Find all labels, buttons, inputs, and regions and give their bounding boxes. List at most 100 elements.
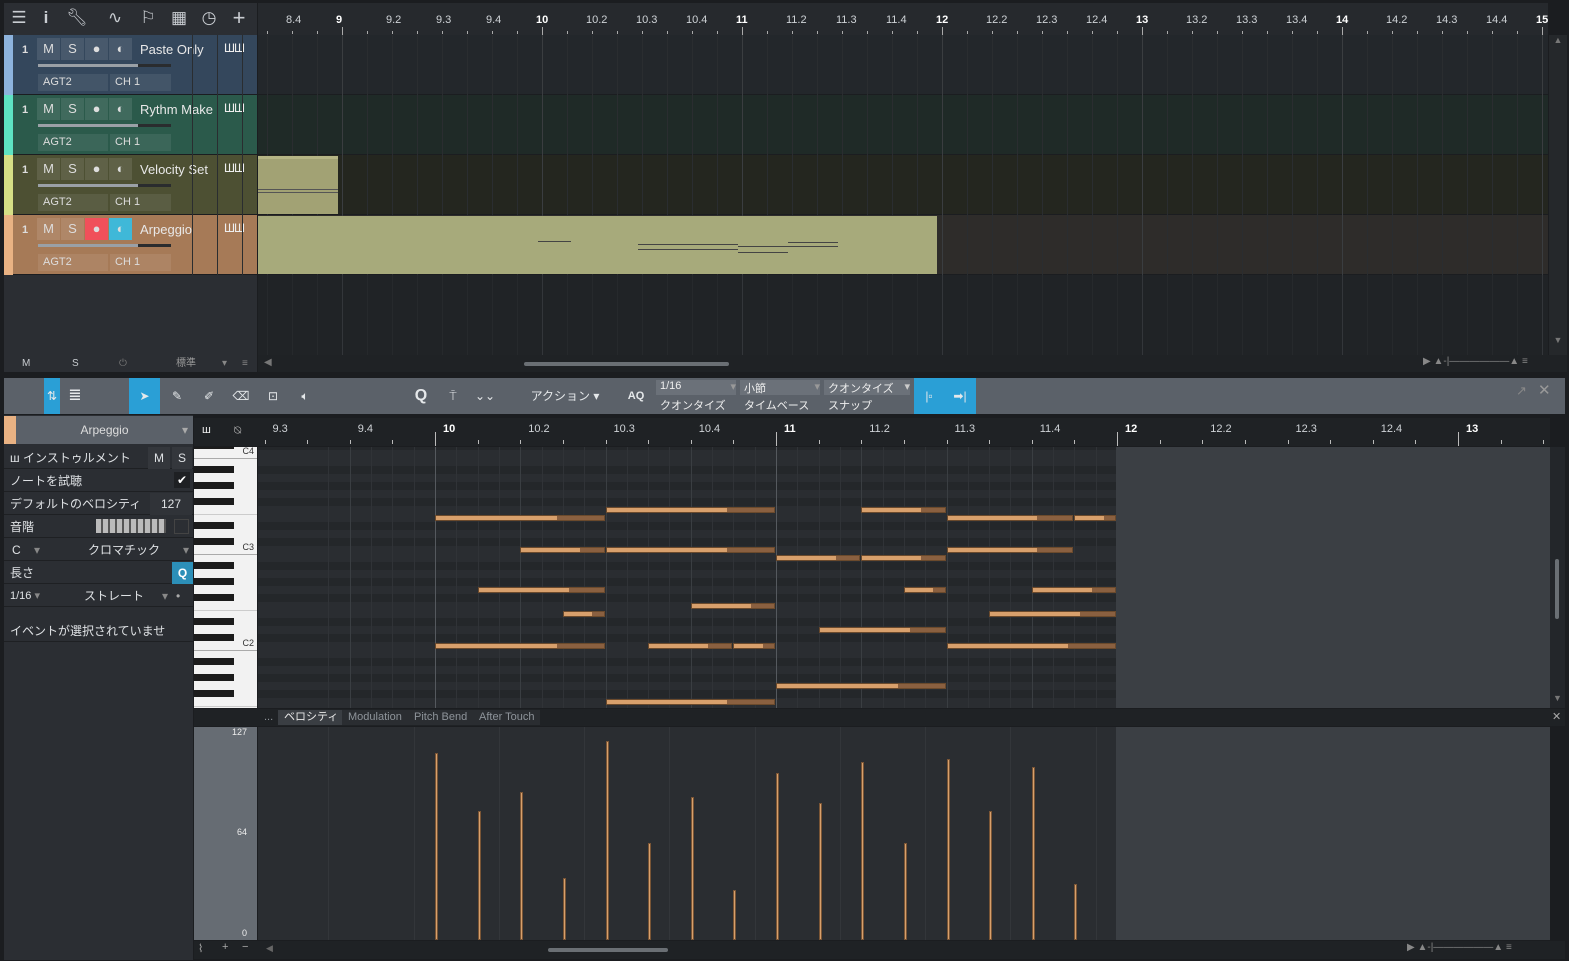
expand-inspector-button[interactable]: ⇅: [44, 378, 60, 414]
note-grid[interactable]: [258, 447, 1550, 708]
black-key[interactable]: [194, 618, 234, 625]
paint-tool-button[interactable]: ✐: [196, 378, 222, 414]
midi-note[interactable]: [861, 507, 946, 513]
pencil-tool-button[interactable]: ✎: [164, 378, 190, 414]
editor-hscroll-thumb[interactable]: [548, 948, 668, 952]
power-icon[interactable]: ⏻: [119, 355, 127, 372]
vscroll-thumb[interactable]: [1555, 559, 1559, 619]
arrange-hscroll[interactable]: ◀ ▶ ▲-|——————▲ ≡: [258, 355, 1567, 372]
arrow-tool-button[interactable]: ➤: [129, 378, 160, 414]
volume-fader[interactable]: [38, 184, 171, 187]
track-header[interactable]: 1 M S ● ◐ Arpeggio ШШ AGT2 CH 1: [4, 215, 257, 275]
automation-icon[interactable]: ∿: [102, 1, 128, 35]
instrument-select[interactable]: AGT2: [38, 134, 108, 151]
list-icon[interactable]: ≡: [242, 355, 248, 372]
grid-icon[interactable]: ▦: [168, 1, 190, 35]
track-name[interactable]: Paste Only: [140, 42, 204, 57]
wrench-icon[interactable]: 🔧︎: [66, 1, 88, 35]
length-value-select[interactable]: 1/16 ▾: [10, 585, 54, 607]
monitor-button[interactable]: ◐: [109, 158, 132, 180]
instrument-select[interactable]: AGT2: [38, 74, 108, 91]
velocity-bar[interactable]: [648, 842, 652, 940]
add-track-icon[interactable]: +: [228, 1, 250, 35]
velocity-bar[interactable]: [989, 811, 993, 940]
velocity-lane[interactable]: [258, 727, 1550, 940]
midi-note[interactable]: [605, 547, 775, 553]
solo-button[interactable]: S: [61, 38, 84, 60]
channel-select[interactable]: CH 1: [110, 194, 171, 211]
solo-button[interactable]: S: [61, 98, 84, 120]
black-key[interactable]: [194, 594, 234, 601]
midi-note[interactable]: [605, 699, 775, 705]
automation-icon[interactable]: ⌇: [198, 942, 203, 955]
tab-velocity[interactable]: ベロシティ: [278, 710, 345, 725]
track-header[interactable]: 1 M S ● ◐ Paste Only ШШ AGT2 CH 1: [4, 35, 257, 95]
info-icon[interactable]: i: [36, 1, 56, 35]
instrument-select[interactable]: AGT2: [38, 194, 108, 211]
channel-select[interactable]: CH 1: [110, 74, 171, 91]
velocity-bar[interactable]: [733, 890, 737, 940]
editor-vscroll[interactable]: ▼: [1550, 447, 1565, 708]
midi-note[interactable]: [648, 643, 733, 649]
velocity-bar[interactable]: [818, 803, 822, 940]
midi-note[interactable]: [946, 515, 1074, 521]
midi-note[interactable]: [776, 555, 861, 561]
detach-editor-icon[interactable]: ↗: [1516, 383, 1527, 399]
global-mute-button[interactable]: M: [22, 355, 30, 372]
black-key[interactable]: [194, 482, 234, 489]
midi-note[interactable]: [690, 603, 775, 609]
marker-flag-icon[interactable]: ⚐: [137, 1, 159, 35]
action-menu[interactable]: アクション ▾: [520, 378, 610, 414]
drum-view-icon[interactable]: ⍉: [234, 423, 241, 438]
remove-lane-icon[interactable]: −: [242, 941, 248, 953]
velocity-curve-button[interactable]: ⌄⌄: [470, 378, 500, 414]
mute-button[interactable]: M: [37, 218, 60, 240]
volume-fader[interactable]: [38, 244, 171, 247]
monitor-button[interactable]: ◐: [109, 218, 132, 240]
midi-note[interactable]: [477, 587, 605, 593]
scale-keyboard-icon[interactable]: [96, 519, 166, 533]
timebase-select[interactable]: 小節 ▾ タイムベース: [740, 380, 820, 413]
quantize-select[interactable]: 1/16 ▾ クオンタイズ: [656, 380, 736, 413]
editor-zoom-slider[interactable]: ▶ ▲-|——————▲ ≡: [1407, 942, 1512, 953]
scroll-down-icon[interactable]: ▼: [1553, 693, 1562, 703]
velocity-bar[interactable]: [520, 792, 524, 940]
velocity-bar[interactable]: [861, 762, 865, 940]
add-lane-icon[interactable]: +: [222, 941, 228, 953]
eraser-tool-button[interactable]: ⌫: [228, 378, 254, 414]
editor-ruler[interactable]: 9.3 9.4 10 10.2 10.3 10.4 11 11.2 11.3 11.4 12 12.2…: [258, 418, 1550, 446]
velocity-bar[interactable]: [690, 796, 694, 940]
listen-tool-button[interactable]: 🔈︎: [292, 378, 318, 414]
record-arm-button[interactable]: ●: [85, 98, 108, 120]
close-editor-icon[interactable]: ✕: [1538, 381, 1551, 399]
midi-note[interactable]: [1074, 515, 1116, 521]
record-arm-button[interactable]: ●: [85, 218, 108, 240]
midi-note[interactable]: [946, 547, 1074, 553]
black-key[interactable]: [194, 658, 234, 665]
solo-button[interactable]: S: [61, 158, 84, 180]
black-key[interactable]: [194, 578, 234, 585]
velocity-bar[interactable]: [435, 752, 438, 940]
black-key[interactable]: [194, 447, 234, 449]
arrange-ruler[interactable]: 8.4 9 9.2 9.3 9.4 10 10.2 10.3 10.4 11 11.2 11.3 11.…: [258, 3, 1548, 35]
midi-note[interactable]: [861, 555, 946, 561]
dot-toggle[interactable]: •: [176, 585, 180, 607]
black-key[interactable]: [194, 674, 234, 681]
auto-quantize-button[interactable]: AQ: [622, 378, 650, 414]
velocity-bar[interactable]: [1031, 766, 1035, 940]
tab-modulation[interactable]: Modulation: [342, 710, 408, 725]
lane-more-tab[interactable]: ...: [258, 710, 279, 725]
velocity-bar[interactable]: [903, 842, 907, 940]
monitor-button[interactable]: ◐: [109, 38, 132, 60]
black-key[interactable]: [194, 466, 234, 473]
scroll-left-icon[interactable]: ◀: [264, 357, 272, 368]
track-lane[interactable]: [192, 155, 1548, 215]
solo-button[interactable]: S: [61, 218, 84, 240]
midi-note[interactable]: [733, 643, 775, 649]
midi-note[interactable]: [818, 627, 946, 633]
record-arm-button[interactable]: ●: [85, 38, 108, 60]
snap-to-grid-button[interactable]: |▫: [914, 378, 944, 414]
track-name[interactable]: Velocity Set: [140, 162, 208, 177]
midi-note[interactable]: [776, 683, 946, 689]
monitor-button[interactable]: ◐: [109, 98, 132, 120]
